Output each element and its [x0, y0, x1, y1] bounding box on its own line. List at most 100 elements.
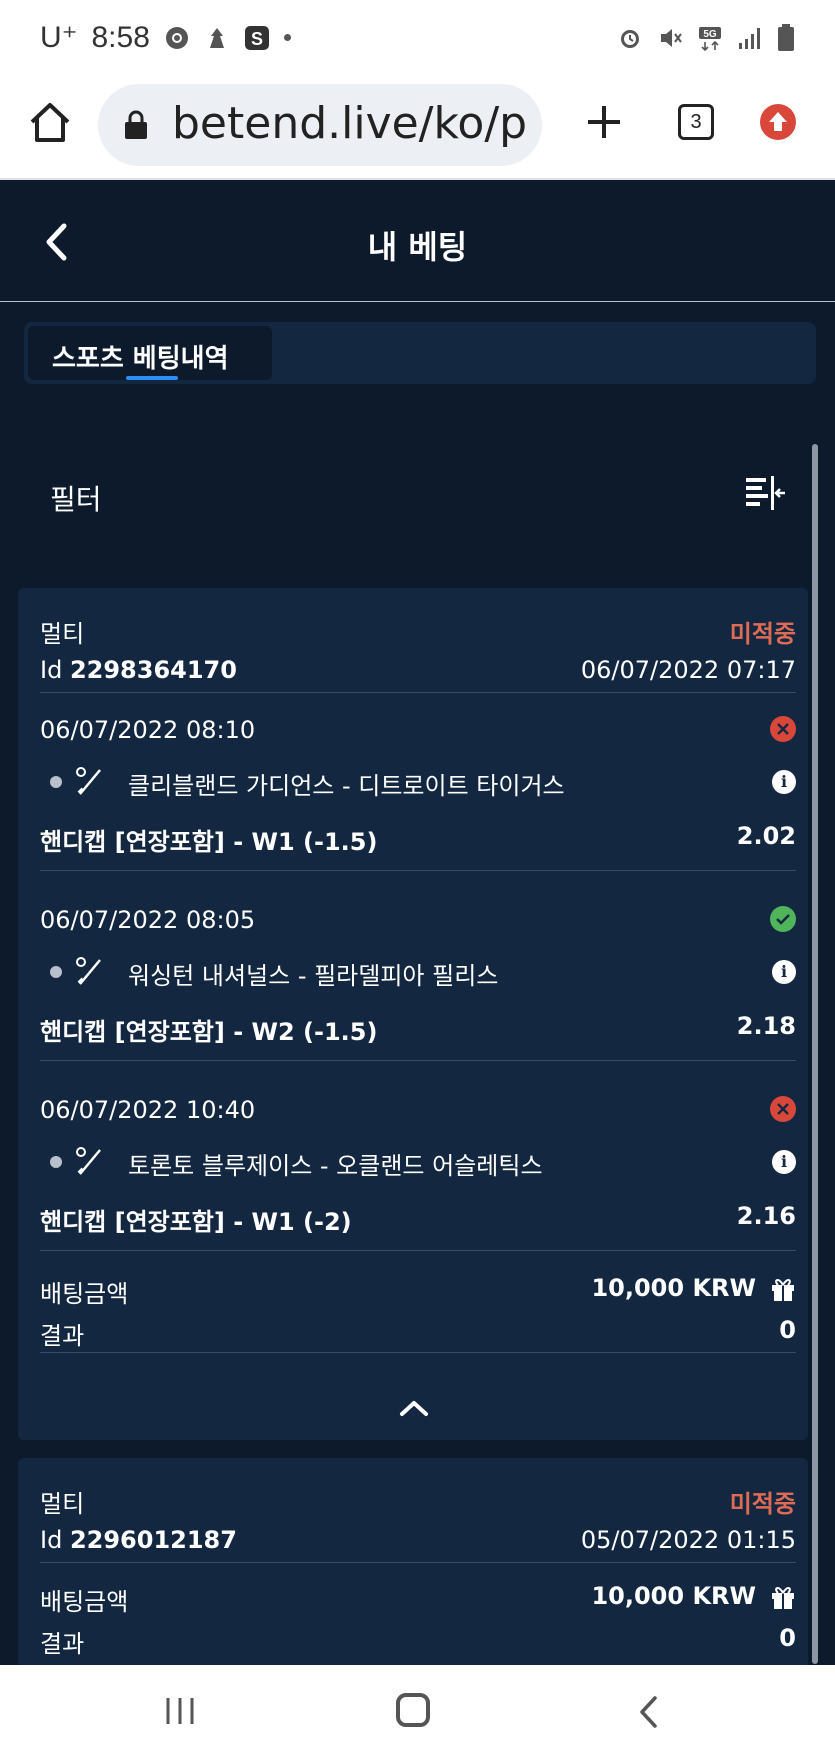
result-label: 결과: [40, 1630, 85, 1658]
result-value: 0: [779, 1624, 796, 1652]
signal-icon: [739, 28, 760, 49]
bet-id-value: 2296012187: [69, 1526, 237, 1554]
5g-icon: 5G: [699, 27, 721, 51]
stake-label: 배팅금액: [40, 1588, 129, 1616]
stake-label: 배팅금액: [40, 1280, 129, 1308]
tab-strip: 스포츠 베팅내역: [24, 322, 816, 384]
divider: [40, 870, 796, 871]
address-bar[interactable]: betend.live/ko/p: [98, 84, 542, 166]
divider: [40, 692, 796, 693]
lock-icon: [125, 110, 147, 139]
bullet-dot: [50, 966, 62, 978]
chevron-up-icon[interactable]: [398, 1398, 430, 1418]
notification-icon: [209, 27, 224, 48]
url-text: betend.live/ko/p: [172, 98, 528, 149]
tab-label: 스포츠 베팅내역: [52, 344, 229, 374]
selection-match-row: 워싱턴 내셔널스 - 필라델피아 필리스 i: [40, 956, 796, 990]
alarm-icon: [621, 30, 639, 48]
bullet-dot: [50, 776, 62, 788]
selection-datetime: 06/07/2022 10:40: [40, 1096, 256, 1124]
home-icon[interactable]: [28, 100, 72, 144]
selection-datetime: 06/07/2022 08:05: [40, 906, 256, 934]
tab-sports-history[interactable]: 스포츠 베팅내역: [28, 326, 272, 380]
selection-match-row: 토론토 블루제이스 - 오클랜드 어슬레틱스 i: [40, 1146, 796, 1180]
selection-match-row: 클리블랜드 가디언스 - 디트로이트 타이거스 i: [40, 766, 796, 800]
bet-id-value: 2298364170: [69, 656, 237, 684]
s-app-icon: S: [244, 25, 269, 50]
match-name: 클리블랜드 가디언스 - 디트로이트 타이거스: [128, 772, 565, 800]
bet-id-label: Id: [40, 656, 63, 684]
baseball-icon: [76, 957, 101, 985]
stake-value: 10,000 KRW: [591, 1582, 756, 1610]
divider: [40, 1250, 796, 1251]
selection-header: 06/07/2022 10:40: [40, 1096, 796, 1126]
battery-icon: [778, 24, 794, 51]
status-bar: U⁺ 8:58 S 5G: [0, 0, 835, 80]
baseball-icon: [76, 767, 101, 795]
odds-value: 2.02: [736, 822, 796, 850]
new-tab-icon[interactable]: [586, 104, 622, 140]
market-name: 핸디캡 [연장포함] - W2 (-1.5): [40, 1018, 378, 1046]
bullet-dot: [50, 1156, 62, 1168]
market-name: 핸디캡 [연장포함] - W1 (-2): [40, 1208, 352, 1236]
page-title: 내 베팅: [367, 228, 468, 266]
nav-back-icon[interactable]: [638, 1695, 658, 1729]
bet-id: Id 2298364170: [40, 656, 237, 684]
result-value: 0: [779, 1316, 796, 1344]
info-icon[interactable]: i: [772, 1150, 796, 1174]
carrier: U⁺: [40, 21, 78, 54]
bet-id: Id 2296012187: [40, 1526, 237, 1554]
bet-status-badge: 미적중: [729, 620, 796, 648]
bet-type: 멀티: [40, 620, 85, 648]
divider: [40, 1562, 796, 1563]
odds-value: 2.16: [736, 1202, 796, 1230]
lost-icon: [770, 1096, 796, 1122]
filter-label[interactable]: 필터: [50, 478, 102, 518]
mute-icon: [661, 29, 682, 47]
bet-id-label: Id: [40, 1526, 63, 1554]
active-tab-indicator: [126, 376, 178, 380]
bet-placed-time: 06/07/2022 07:17: [580, 656, 796, 684]
stake-row: 배팅금액 10,000 KRW: [40, 1274, 796, 1308]
divider: [40, 1060, 796, 1061]
more-notifications-dot: [283, 34, 291, 41]
won-check-icon: [770, 906, 796, 932]
bet-card: 멀티 미적중 Id 2298364170 06/07/2022 07:17 06…: [18, 588, 808, 1440]
update-icon[interactable]: [760, 104, 796, 140]
bet-type: 멀티: [40, 1490, 85, 1518]
tab-switcher-button[interactable]: 3: [678, 104, 714, 140]
lost-icon: [770, 716, 796, 742]
bet-status-badge: 미적중: [729, 1490, 796, 1518]
selection-header: 06/07/2022 08:10: [40, 716, 796, 746]
stake-value: 10,000 KRW: [591, 1274, 756, 1302]
result-label: 결과: [40, 1322, 85, 1350]
stake-value-wrap: 10,000 KRW: [591, 1582, 796, 1610]
match-name: 토론토 블루제이스 - 오클랜드 어슬레틱스: [128, 1152, 543, 1180]
divider: [40, 1352, 796, 1353]
match-name: 워싱턴 내셔널스 - 필라델피아 필리스: [128, 962, 499, 990]
gift-icon: [772, 1279, 794, 1301]
home-button[interactable]: [396, 1693, 430, 1727]
app-header: 내 베팅: [0, 182, 835, 302]
selection-header: 06/07/2022 08:05: [40, 906, 796, 936]
info-icon[interactable]: i: [772, 960, 796, 984]
market-name: 핸디캡 [연장포함] - W1 (-1.5): [40, 828, 378, 856]
scrollbar[interactable]: [812, 444, 818, 1664]
svg-text:S: S: [251, 29, 263, 49]
stake-value-wrap: 10,000 KRW: [591, 1274, 796, 1302]
odds-value: 2.18: [736, 1012, 796, 1040]
system-nav-bar: [0, 1665, 835, 1763]
clock: 8:58: [91, 20, 150, 54]
chrome-icon: [165, 26, 188, 49]
bet-card: 멀티 미적중 Id 2296012187 05/07/2022 01:15 배팅…: [18, 1458, 808, 1668]
info-icon[interactable]: i: [772, 770, 796, 794]
selection-datetime: 06/07/2022 08:10: [40, 716, 256, 744]
recents-icon[interactable]: [164, 1695, 196, 1727]
filter-toggle-icon[interactable]: [744, 476, 786, 512]
stake-row: 배팅금액 10,000 KRW: [40, 1582, 796, 1616]
bet-placed-time: 05/07/2022 01:15: [580, 1526, 796, 1554]
baseball-icon: [76, 1147, 101, 1175]
browser-toolbar: betend.live/ko/p 3: [0, 80, 835, 180]
gift-icon: [772, 1587, 794, 1609]
svg-text:5G: 5G: [703, 29, 717, 40]
